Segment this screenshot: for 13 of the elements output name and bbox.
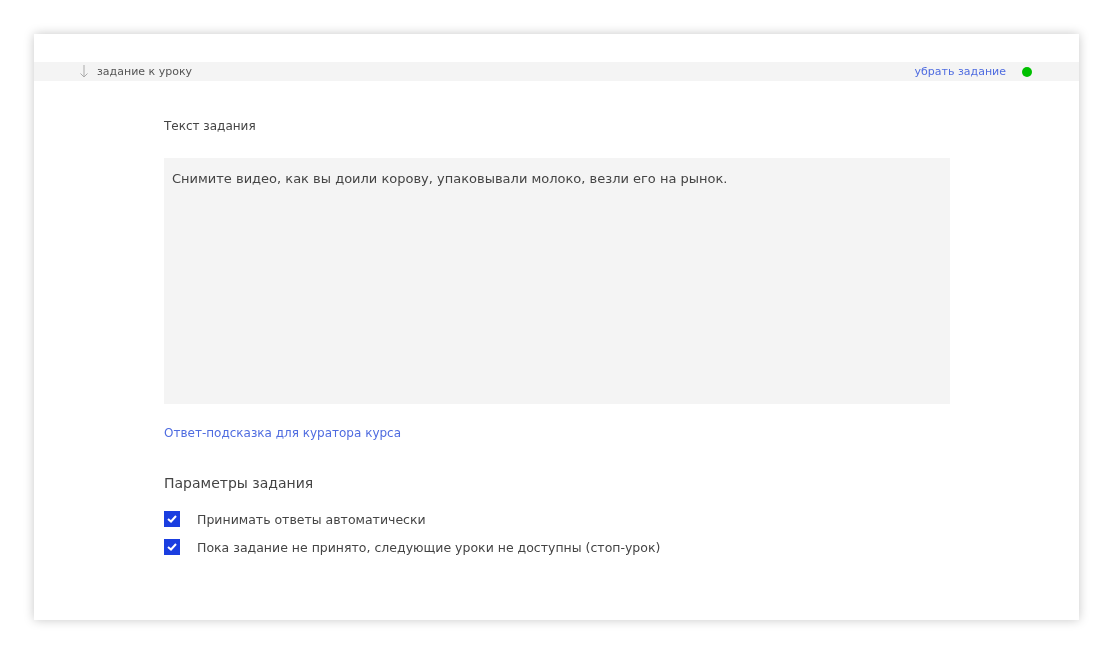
checkbox-label: Принимать ответы автоматически	[197, 511, 426, 527]
down-arrow-icon	[80, 65, 88, 78]
section-heading: Параметры задания	[164, 475, 315, 491]
checkbox[interactable]	[164, 539, 180, 555]
checkbox-label: Пока задание не принято, следующие уроки не доступны (стоп-урок)	[197, 539, 661, 555]
checkmark-icon	[167, 515, 177, 523]
remove-task-link[interactable]: убрать задание	[914, 65, 1006, 78]
task-text-field[interactable]: Снимите видео, как вы доили корову, упаковывали молоко, везли его на рынок.	[164, 158, 950, 404]
field-label: Текст задания	[164, 119, 257, 133]
checkbox[interactable]	[164, 511, 180, 527]
hint-link[interactable]: Ответ-подсказка для куратора курса	[164, 426, 402, 440]
checkmark-icon	[167, 543, 177, 551]
section-title: задание к уроку	[97, 65, 193, 78]
